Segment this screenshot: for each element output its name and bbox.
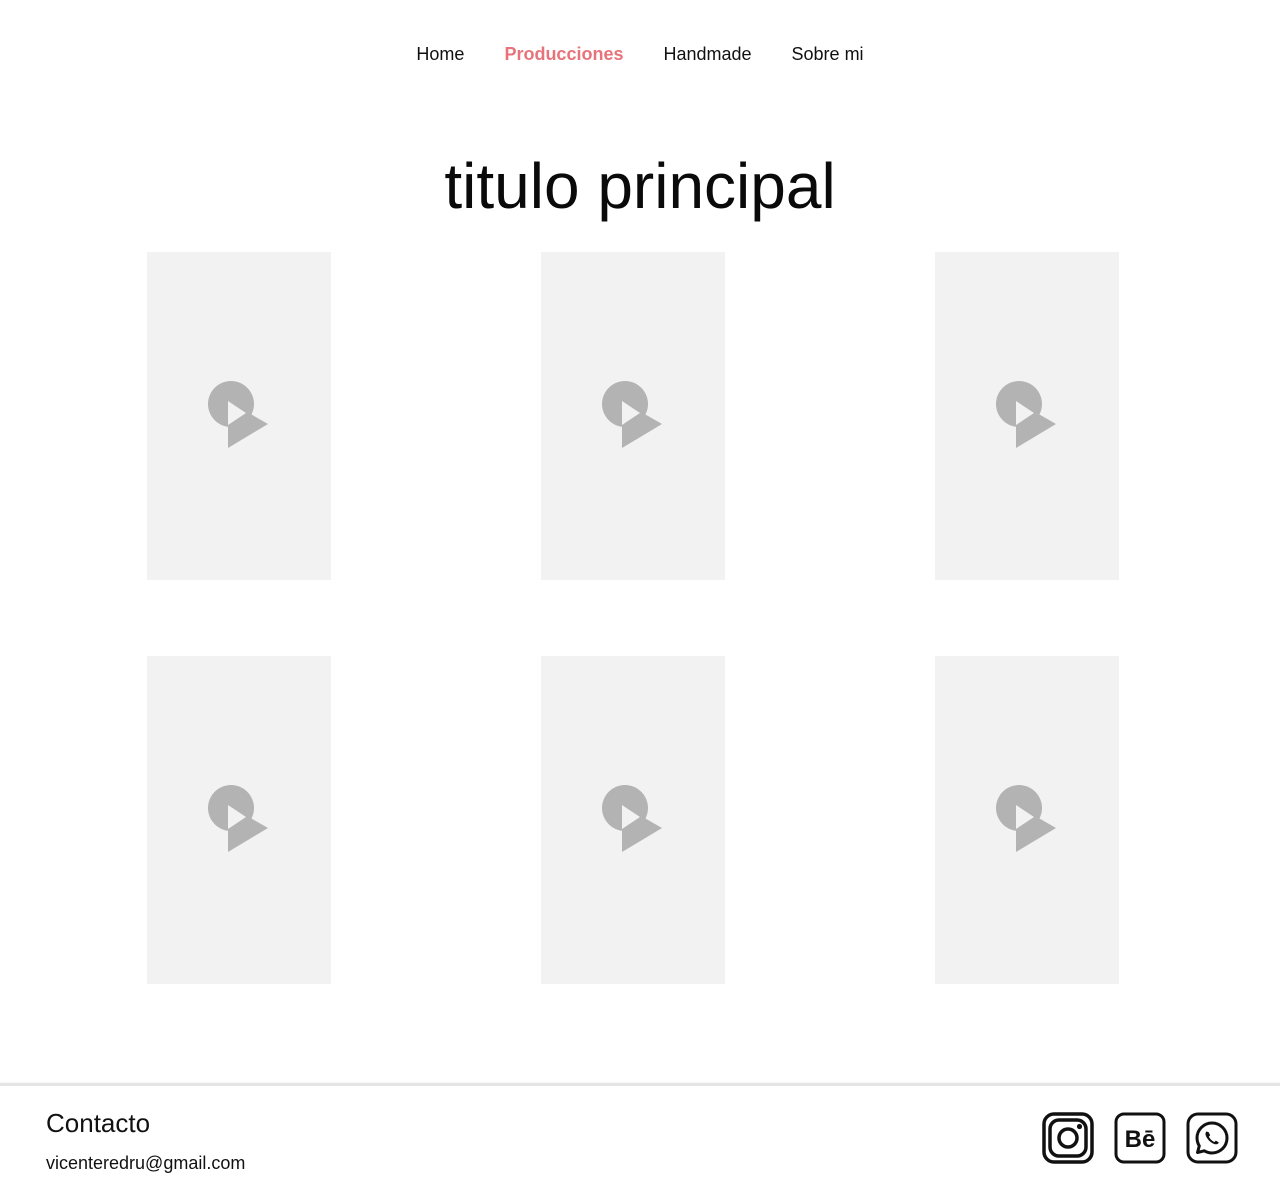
video-play-icon: [208, 785, 268, 852]
whatsapp-icon: [1186, 1112, 1238, 1164]
page-title: titulo principal: [444, 150, 836, 222]
main-nav: Home Producciones Handmade Sobre mi: [0, 38, 1280, 70]
video-placeholder[interactable]: [147, 252, 331, 580]
nav-item-sobre-mi[interactable]: Sobre mi: [792, 38, 864, 70]
video-play-icon: [208, 381, 268, 448]
whatsapp-link[interactable]: [1186, 1112, 1238, 1164]
video-play-icon: [602, 381, 662, 448]
video-play-icon: [996, 381, 1056, 448]
instagram-link[interactable]: [1042, 1112, 1094, 1164]
video-placeholder[interactable]: [935, 656, 1119, 984]
video-play-icon: [602, 785, 662, 852]
video-placeholder[interactable]: [147, 656, 331, 984]
behance-icon: Bē: [1114, 1112, 1166, 1164]
nav-item-handmade[interactable]: Handmade: [663, 38, 751, 70]
instagram-icon: [1042, 1112, 1094, 1164]
nav-item-producciones[interactable]: Producciones: [504, 38, 623, 70]
video-play-icon: [996, 785, 1056, 852]
footer: Contacto vicenteredru@gmail.com Bē: [0, 1083, 1280, 1188]
video-placeholder[interactable]: [541, 656, 725, 984]
behance-link[interactable]: Bē: [1114, 1112, 1166, 1164]
video-placeholder[interactable]: [935, 252, 1119, 580]
nav-item-home[interactable]: Home: [416, 38, 464, 70]
svg-text:Bē: Bē: [1125, 1126, 1156, 1153]
video-placeholder[interactable]: [541, 252, 725, 580]
contact-email-link[interactable]: vicenteredru@gmail.com: [46, 1150, 245, 1176]
footer-heading: Contacto: [46, 1108, 151, 1138]
